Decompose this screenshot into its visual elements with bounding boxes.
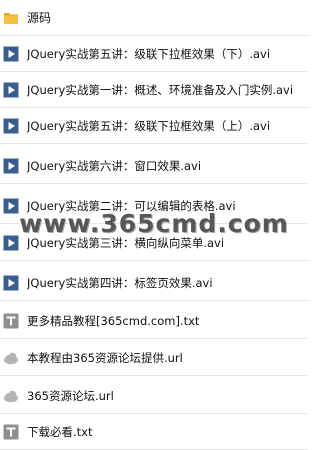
video-file-icon: [3, 235, 19, 250]
file-list: 源码 JQuery实战第五讲：级联下拉框效果（下）.avi JQuery实战第一…: [0, 0, 308, 450]
list-item-video[interactable]: JQuery实战第六讲：窗口效果.avi: [0, 148, 308, 184]
file-name: JQuery实战第一讲：概述、环境准备及入门实例.avi: [27, 83, 294, 97]
file-name: 源码: [27, 11, 52, 25]
file-name: 下载必看.txt: [27, 425, 93, 439]
video-file-icon: [3, 198, 19, 213]
list-item-text[interactable]: 下载必看.txt: [0, 414, 308, 450]
list-item-url[interactable]: 本教程由365资源论坛提供.url: [0, 340, 308, 376]
text-file-icon: [3, 313, 19, 328]
file-name: 365资源论坛.url: [27, 389, 114, 403]
file-name: JQuery实战第五讲：级联下拉框效果（上）.avi: [27, 119, 271, 133]
text-file-icon: [3, 424, 19, 439]
video-file-icon: [3, 158, 19, 173]
folder-icon: [4, 12, 18, 24]
url-file-icon: [4, 352, 18, 364]
list-item-video[interactable]: JQuery实战第五讲：级联下拉框效果（下）.avi: [0, 36, 308, 72]
url-file-icon: [4, 390, 18, 402]
list-item-video[interactable]: JQuery实战第三讲：横向纵向菜单.avi: [0, 225, 308, 261]
video-file-icon: [3, 82, 19, 97]
file-name: JQuery实战第六讲：窗口效果.avi: [27, 159, 202, 173]
list-item-video[interactable]: JQuery实战第四讲：标签页效果.avi: [0, 265, 308, 301]
file-name: JQuery实战第五讲：级联下拉框效果（下）.avi: [27, 47, 271, 61]
file-name: 更多精品教程[365cmd.com].txt: [27, 314, 200, 328]
file-name: JQuery实战第二讲：可以编辑的表格.avi: [27, 199, 236, 213]
file-name: JQuery实战第三讲：横向纵向菜单.avi: [27, 236, 225, 250]
list-item-video[interactable]: JQuery实战第二讲：可以编辑的表格.avi: [0, 188, 308, 224]
list-item-video[interactable]: JQuery实战第一讲：概述、环境准备及入门实例.avi: [0, 72, 308, 108]
list-item-url[interactable]: 365资源论坛.url: [0, 378, 308, 414]
video-file-icon: [3, 46, 19, 61]
list-item-folder[interactable]: 源码: [0, 0, 308, 36]
video-file-icon: [3, 275, 19, 290]
file-name: JQuery实战第四讲：标签页效果.avi: [27, 276, 213, 290]
video-file-icon: [3, 118, 19, 133]
list-item-text[interactable]: 更多精品教程[365cmd.com].txt: [0, 303, 308, 339]
file-name: 本教程由365资源论坛提供.url: [27, 351, 183, 365]
list-item-video[interactable]: JQuery实战第五讲：级联下拉框效果（上）.avi: [0, 108, 308, 144]
